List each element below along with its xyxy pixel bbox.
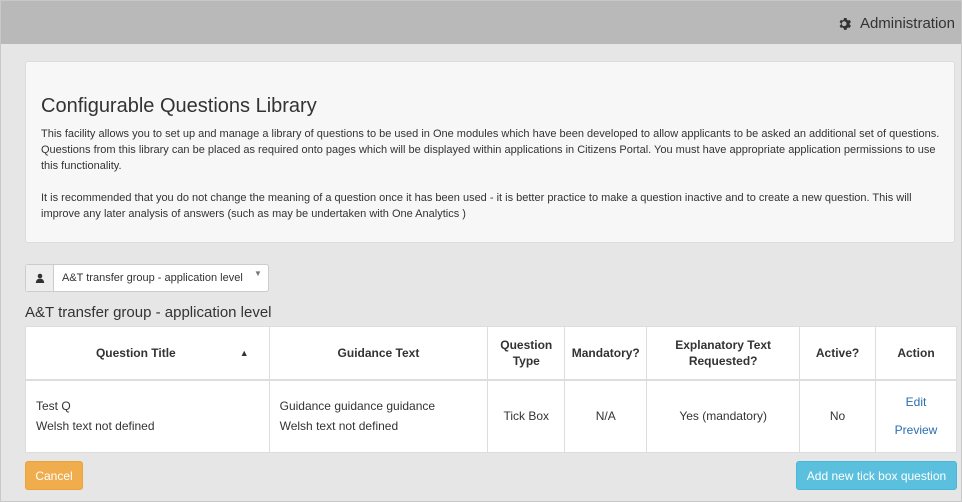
group-select-value: A&T transfer group - application level <box>62 272 243 284</box>
guidance-text: Guidance guidance guidance <box>279 399 436 414</box>
column-header-explanatory-text: Explanatory Text Requested? <box>646 326 801 381</box>
cell-explanatory: Yes (mandatory) <box>646 379 801 453</box>
column-header-guidance-text: Guidance Text <box>268 326 489 381</box>
question-title-text: Test Q <box>36 399 71 414</box>
cell-mandatory: N/A <box>564 379 648 453</box>
questions-table: Question Title ▲ Guidance Text Question … <box>25 326 957 453</box>
cell-guidance-text: Guidance guidance guidance Welsh text no… <box>268 379 489 453</box>
group-select[interactable]: A&T transfer group - application level ▼ <box>25 264 269 292</box>
column-header-question-type: Question Type <box>487 326 566 381</box>
cancel-button[interactable]: Cancel <box>25 461 83 490</box>
intro-paragraph-2: It is recommended that you do not change… <box>41 192 912 220</box>
add-question-button[interactable]: Add new tick box question <box>796 461 957 490</box>
top-bar: Administration <box>1 1 961 44</box>
table-row: Test Q Welsh text not defined Guidance g… <box>25 379 957 453</box>
page-title: Configurable Questions Library <box>41 95 317 117</box>
administration-label: Administration <box>859 15 955 32</box>
section-title: A&T transfer group - application level <box>25 304 272 321</box>
administration-link[interactable]: Administration <box>838 15 955 32</box>
cell-action: Edit Preview <box>875 379 957 453</box>
intro-paragraph-1: This facility allows you to set up and m… <box>41 128 940 172</box>
cell-question-title: Test Q Welsh text not defined <box>25 379 270 453</box>
intro-panel: Configurable Questions Library This faci… <box>25 61 955 243</box>
guidance-welsh: Welsh text not defined <box>279 419 399 434</box>
column-header-mandatory: Mandatory? <box>564 326 648 381</box>
preview-link[interactable]: Preview <box>876 416 956 444</box>
caret-down-icon: ▼ <box>254 269 262 278</box>
column-header-action: Action <box>875 326 957 381</box>
cell-question-type: Tick Box <box>487 379 566 453</box>
column-header-question-title[interactable]: Question Title ▲ <box>25 326 270 381</box>
sort-asc-icon: ▲ <box>239 347 249 358</box>
question-title-welsh: Welsh text not defined <box>36 419 155 434</box>
cell-active: No <box>799 379 877 453</box>
gear-icon <box>839 17 851 30</box>
column-header-active: Active? <box>799 326 877 381</box>
user-icon <box>26 265 54 291</box>
table-header-row: Question Title ▲ Guidance Text Question … <box>25 326 957 381</box>
edit-link[interactable]: Edit <box>876 388 956 416</box>
